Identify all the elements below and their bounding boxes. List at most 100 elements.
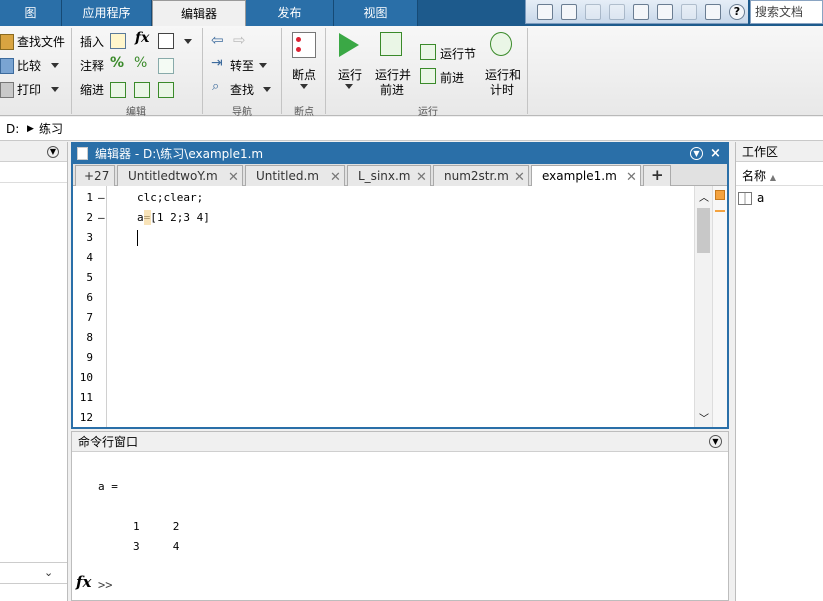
tab-editor[interactable]: 编辑器 bbox=[152, 0, 246, 26]
compare-button[interactable]: 比较 bbox=[17, 57, 41, 74]
line-number: 10 bbox=[79, 371, 93, 384]
insert-function-icon[interactable]: fx bbox=[135, 30, 149, 46]
section-divider bbox=[527, 28, 528, 114]
breakpoints-button[interactable]: 断点 bbox=[292, 66, 316, 83]
tab-l-sinx[interactable]: L_sinx.m ✕ bbox=[347, 165, 431, 186]
insert-button[interactable]: 插入 bbox=[80, 33, 104, 50]
new-tab-button[interactable]: + bbox=[643, 165, 671, 186]
switch-windows-icon[interactable] bbox=[705, 4, 721, 20]
redo-icon[interactable] bbox=[681, 4, 697, 20]
editor-menu-icon[interactable]: ▼ bbox=[690, 147, 703, 160]
breakpoints-icon[interactable] bbox=[292, 32, 316, 58]
address-folder[interactable]: 练习 bbox=[39, 117, 63, 141]
matrix-row: 3 4 bbox=[133, 540, 180, 553]
find-dropdown-icon[interactable] bbox=[263, 87, 271, 92]
forward-icon[interactable]: ⇨ bbox=[233, 31, 246, 49]
find-files-button[interactable]: 查找文件 bbox=[17, 33, 65, 50]
close-icon[interactable]: × bbox=[710, 144, 721, 164]
editor-titlebar: 编辑器 - D:\练习\example1.m ▼ × bbox=[73, 144, 727, 164]
close-tab-icon[interactable]: ✕ bbox=[228, 168, 239, 188]
help-icon[interactable]: ? bbox=[729, 4, 745, 20]
smart-indent-icon[interactable] bbox=[110, 82, 126, 98]
save-icon[interactable] bbox=[561, 4, 577, 20]
paste-icon[interactable] bbox=[633, 4, 649, 20]
line-number: 12 bbox=[79, 411, 93, 424]
tab-num2str[interactable]: num2str.m ✕ bbox=[433, 165, 529, 186]
panel-menu-icon[interactable]: ▼ bbox=[709, 435, 722, 448]
find-button[interactable]: 查找 bbox=[230, 81, 254, 98]
breakpoints-section-label: 断点 bbox=[294, 107, 314, 118]
scroll-down-icon[interactable]: ﹀ bbox=[699, 410, 709, 425]
advance-button[interactable]: 前进 bbox=[440, 69, 464, 86]
insert-plot-icon[interactable] bbox=[158, 33, 174, 49]
print-button[interactable]: 打印 bbox=[17, 81, 41, 98]
tab-untitledtwoy[interactable]: UntitledtwoY.m ✕ bbox=[117, 165, 243, 186]
workspace-variable[interactable]: a bbox=[757, 191, 764, 205]
more-tabs-button[interactable]: +27 bbox=[75, 165, 115, 186]
compare-dropdown-icon[interactable] bbox=[51, 63, 59, 68]
tab-publish[interactable]: 发布 bbox=[246, 0, 334, 26]
print-dropdown-icon[interactable] bbox=[51, 87, 59, 92]
back-icon[interactable]: ⇦ bbox=[211, 31, 224, 49]
goto-button[interactable]: 转至 bbox=[230, 57, 254, 74]
workspace-panel: 工作区 名称 ▲ a bbox=[735, 142, 823, 601]
run-button[interactable]: 运行 bbox=[338, 66, 362, 83]
breadcrumb-separator-icon: ▶ bbox=[27, 124, 34, 134]
breakpoints-dropdown-icon[interactable] bbox=[300, 84, 308, 89]
goto-dropdown-icon[interactable] bbox=[259, 63, 267, 68]
tab-apps[interactable]: 应用程序 bbox=[62, 0, 152, 26]
run-and-advance-icon[interactable] bbox=[380, 32, 402, 56]
address-drive[interactable]: D: bbox=[6, 117, 19, 141]
comment-icon[interactable]: % bbox=[110, 55, 124, 71]
undo-icon[interactable] bbox=[657, 4, 673, 20]
advance-icon[interactable] bbox=[420, 68, 436, 84]
tab-untitled[interactable]: Untitled.m ✕ bbox=[245, 165, 345, 186]
wrap-comments-icon[interactable] bbox=[158, 58, 174, 74]
copy-icon[interactable] bbox=[609, 4, 625, 20]
details-bar[interactable] bbox=[0, 562, 67, 584]
run-section-button[interactable]: 运行节 bbox=[440, 45, 476, 62]
new-icon[interactable] bbox=[537, 4, 553, 20]
breakpoint-marker[interactable]: – bbox=[98, 211, 105, 224]
editor-scrollbar[interactable]: ︿ ﹀ bbox=[694, 186, 712, 427]
workspace-name-column-header[interactable]: 名称 ▲ bbox=[736, 166, 823, 186]
run-dropdown-icon[interactable] bbox=[345, 84, 353, 89]
line-number: 3 bbox=[86, 231, 93, 244]
close-tab-icon[interactable]: ✕ bbox=[514, 168, 525, 188]
comment-button[interactable]: 注释 bbox=[80, 57, 104, 74]
increase-indent-icon[interactable] bbox=[134, 82, 150, 98]
edit-section-label: 编辑 bbox=[126, 107, 146, 118]
warning-mark[interactable] bbox=[715, 210, 725, 212]
close-tab-icon[interactable]: ✕ bbox=[330, 168, 341, 188]
find-files-icon bbox=[0, 34, 14, 50]
chevron-down-icon[interactable]: ⌄ bbox=[44, 566, 53, 579]
command-window[interactable]: 命令行窗口 ▼ a = 1 2 3 4 fx >> bbox=[71, 431, 729, 601]
run-icon[interactable] bbox=[339, 33, 359, 57]
section-divider bbox=[202, 28, 203, 114]
tab-view[interactable]: 视图 bbox=[334, 0, 418, 26]
cut-icon[interactable] bbox=[585, 4, 601, 20]
tab-home-partial[interactable]: 图 bbox=[0, 0, 62, 26]
tab-example1[interactable]: example1.m ✕ bbox=[531, 165, 641, 186]
run-and-advance-label-2: 前进 bbox=[380, 83, 405, 97]
panel-menu-icon[interactable]: ▼ bbox=[47, 146, 59, 158]
indent-button[interactable]: 缩进 bbox=[80, 81, 104, 98]
close-tab-icon[interactable]: ✕ bbox=[416, 168, 427, 188]
close-tab-icon[interactable]: ✕ bbox=[626, 168, 637, 188]
command-prompt[interactable]: >> bbox=[98, 578, 112, 592]
run-section-icon[interactable] bbox=[420, 44, 436, 60]
search-documentation-input[interactable]: 搜索文档 bbox=[750, 0, 823, 24]
decrease-indent-icon[interactable] bbox=[158, 82, 174, 98]
uncomment-icon[interactable]: % bbox=[134, 55, 147, 71]
insert-dropdown-icon[interactable] bbox=[184, 39, 192, 44]
scroll-up-icon[interactable]: ︿ bbox=[699, 189, 709, 204]
run-and-time-icon[interactable] bbox=[490, 32, 512, 56]
breakpoint-marker[interactable]: – bbox=[98, 191, 105, 204]
insert-section-icon[interactable] bbox=[110, 33, 126, 49]
sort-ascending-icon[interactable]: ▲ bbox=[770, 173, 776, 182]
code-area[interactable]: clc;clear; a=[1 2;3 4] bbox=[108, 186, 694, 427]
warning-indicator[interactable] bbox=[715, 190, 725, 200]
current-folder-bar[interactable]: D: ▶ 练习 bbox=[0, 117, 823, 141]
function-browser-icon[interactable]: fx bbox=[76, 573, 91, 591]
scrollbar-thumb[interactable] bbox=[697, 208, 710, 253]
